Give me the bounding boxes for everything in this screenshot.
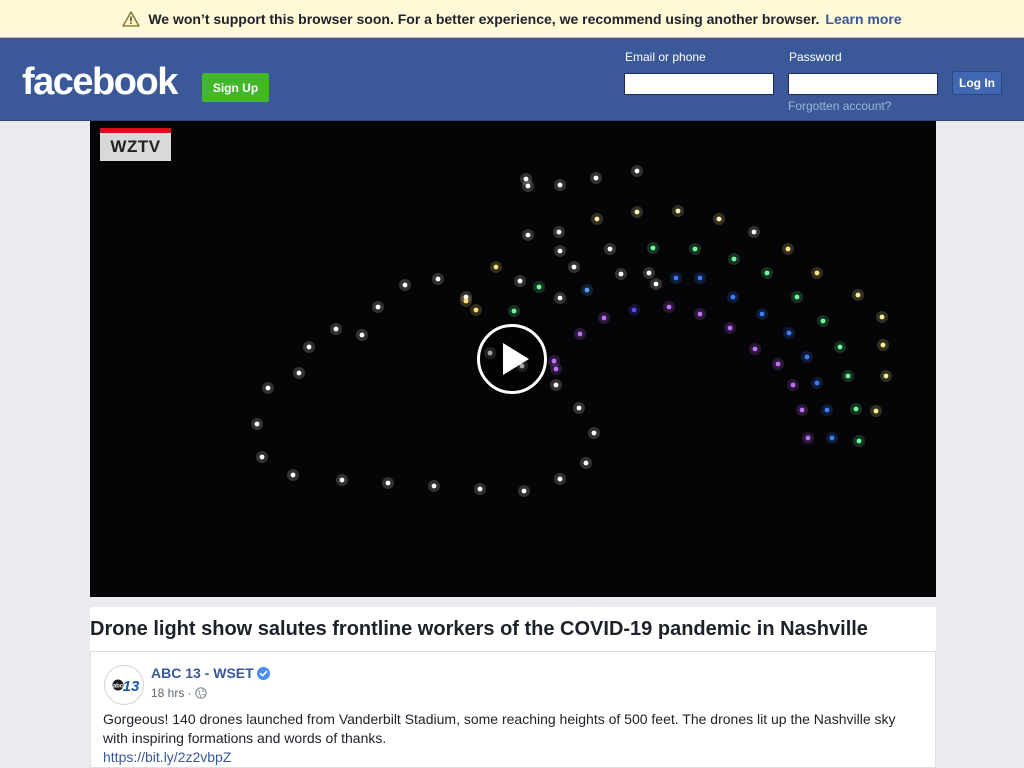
svg-text:13: 13	[123, 678, 140, 695]
browser-warning-banner: We won’t support this browser soon. For …	[0, 0, 1024, 38]
log-in-button[interactable]: Log In	[952, 71, 1002, 95]
post-body-text: Gorgeous! 140 drones launched from Vande…	[103, 711, 896, 746]
learn-more-link[interactable]: Learn more	[825, 11, 901, 27]
sign-up-button[interactable]: Sign Up	[202, 73, 269, 102]
post-meta: 18 hrs ·	[151, 686, 207, 700]
email-label: Email or phone	[625, 50, 706, 64]
warning-message: We won’t support this browser soon. For …	[148, 10, 820, 27]
video-player[interactable]: WZTV	[90, 121, 936, 597]
post-card: abc 13 ABC 13 - WSET 18 hrs · Gorgeous! …	[90, 651, 936, 768]
post-body: Gorgeous! 140 drones launched from Vande…	[103, 710, 923, 767]
email-field[interactable]	[624, 73, 774, 95]
wztv-watermark: WZTV	[100, 128, 171, 161]
globe-icon	[194, 687, 207, 699]
video-title: Drone light show salutes frontline worke…	[90, 618, 868, 640]
warning-icon	[122, 10, 140, 27]
verified-badge-icon	[257, 667, 270, 680]
password-label: Password	[789, 50, 842, 64]
forgotten-account-link[interactable]: Forgotten account?	[788, 99, 891, 113]
page-avatar[interactable]: abc 13	[104, 665, 144, 705]
abc13-logo-icon: abc 13	[106, 667, 142, 703]
post-link[interactable]: https://bit.ly/2z2vbpZ	[103, 749, 231, 765]
top-header: facebook Sign Up Email or phone Password…	[0, 38, 1024, 121]
password-field[interactable]	[788, 73, 938, 95]
play-icon	[503, 343, 529, 375]
page-name-link[interactable]: ABC 13 - WSET	[151, 665, 254, 681]
facebook-logo[interactable]: facebook	[22, 63, 178, 101]
post-timestamp[interactable]: 18 hrs ·	[151, 686, 192, 700]
video-title-card: Drone light show salutes frontline worke…	[90, 607, 936, 651]
play-button[interactable]	[477, 324, 547, 394]
